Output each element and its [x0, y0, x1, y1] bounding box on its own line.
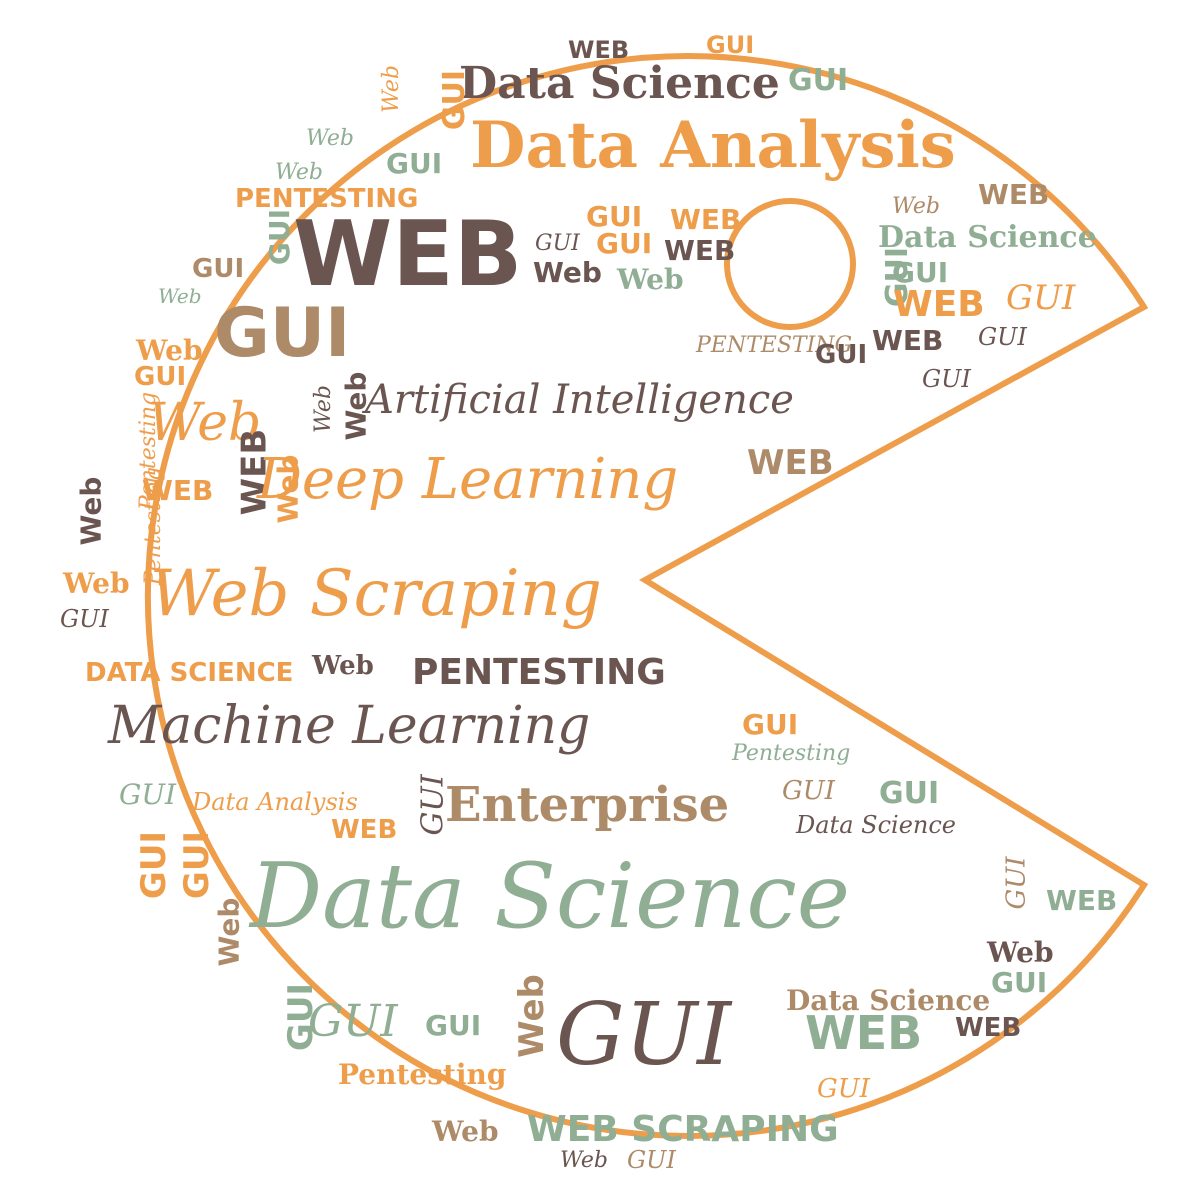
word-51: GUI [60, 605, 109, 633]
word-5: GUI [437, 69, 473, 131]
word-9: Web [275, 160, 323, 185]
word-49: Web [63, 567, 130, 600]
word-70: WEB [1046, 884, 1118, 917]
word-75: Web [511, 974, 552, 1058]
word-66: GUI [134, 830, 175, 900]
word-56: GUI [742, 708, 799, 741]
word-54: PENTESTING [412, 652, 666, 693]
word-36: GUI [922, 365, 971, 393]
word-77: GUI [425, 1009, 482, 1042]
word-17: WEB [293, 202, 523, 307]
word-85: WEB SCRAPING [527, 1109, 839, 1150]
word-2: Data Science [459, 58, 780, 109]
word-32: GUI [815, 340, 868, 370]
word-53: Web [312, 651, 374, 681]
word-29: GUI [214, 294, 351, 373]
word-73: GUI [991, 966, 1048, 999]
word-58: GUI [119, 778, 177, 811]
word-80: WEB [805, 1006, 923, 1060]
word-63: GUI [879, 776, 940, 811]
word-18: GUI [596, 227, 653, 260]
word-33: WEB [872, 324, 944, 357]
word-67: GUI [177, 830, 218, 900]
word-39: Web [310, 385, 336, 433]
word-84: Web [432, 1115, 499, 1148]
word-7: Data Analysis [470, 108, 956, 183]
word-78: GUI [556, 985, 732, 1085]
word-31: Web [136, 334, 203, 367]
word-46: Deep Learning [257, 447, 679, 512]
word-23: Web [533, 256, 602, 289]
word-72: Web [987, 936, 1054, 969]
word-59: Data Analysis [192, 788, 358, 816]
word-3: GUI [788, 63, 849, 98]
word-8: GUI [386, 147, 443, 180]
word-76: GUI [308, 996, 398, 1047]
word-47: Web [271, 454, 305, 524]
word-86: Web [560, 1148, 608, 1173]
word-11: WEB [978, 178, 1050, 211]
word-20: GUI [535, 231, 580, 256]
word-35: GUI [134, 362, 187, 392]
word-1: GUI [706, 31, 755, 59]
word-62: GUI [782, 776, 835, 806]
word-83: GUI [817, 1074, 870, 1104]
word-81: WEB [955, 1013, 1022, 1043]
word-87: GUI [627, 1146, 676, 1174]
word-24: Web [617, 263, 684, 296]
word-55: Machine Learning [108, 696, 591, 756]
word-64: WEB [331, 815, 398, 845]
word-61: Enterprise [445, 777, 730, 833]
word-12: Web [892, 194, 940, 219]
word-68: Data Science [250, 844, 850, 949]
word-16: GUI [263, 208, 297, 266]
word-25: Web [158, 284, 202, 308]
word-27: WEB [893, 284, 985, 325]
word-34: GUI [978, 323, 1027, 351]
pacman-word-cloud: WEB GUI Data Science GUI Web GUI Web Data Analy… [0, 0, 1200, 1200]
word-52: DATA SCIENCE [85, 658, 294, 688]
word-21: GUI [192, 254, 245, 284]
word-19: WEB [664, 234, 736, 267]
word-57: Pentesting [732, 741, 851, 766]
word-28: GUI [1006, 278, 1076, 318]
word-69: GUI [1001, 856, 1032, 910]
word-26: GUI [892, 256, 949, 289]
word-40: Web [339, 371, 373, 441]
word-6: Web [306, 126, 354, 151]
word-50: Web Scraping [150, 557, 602, 631]
pacman-eye [724, 198, 856, 330]
word-41: WEB [747, 443, 834, 483]
word-38: Artificial Intelligence [365, 377, 794, 423]
word-14: WEB [670, 203, 742, 236]
word-4: Web [378, 65, 404, 113]
word-45: Web [74, 476, 108, 546]
word-82: Pentesting [338, 1058, 507, 1091]
word-71: Web [212, 897, 246, 967]
word-65: Data Science [796, 811, 956, 839]
